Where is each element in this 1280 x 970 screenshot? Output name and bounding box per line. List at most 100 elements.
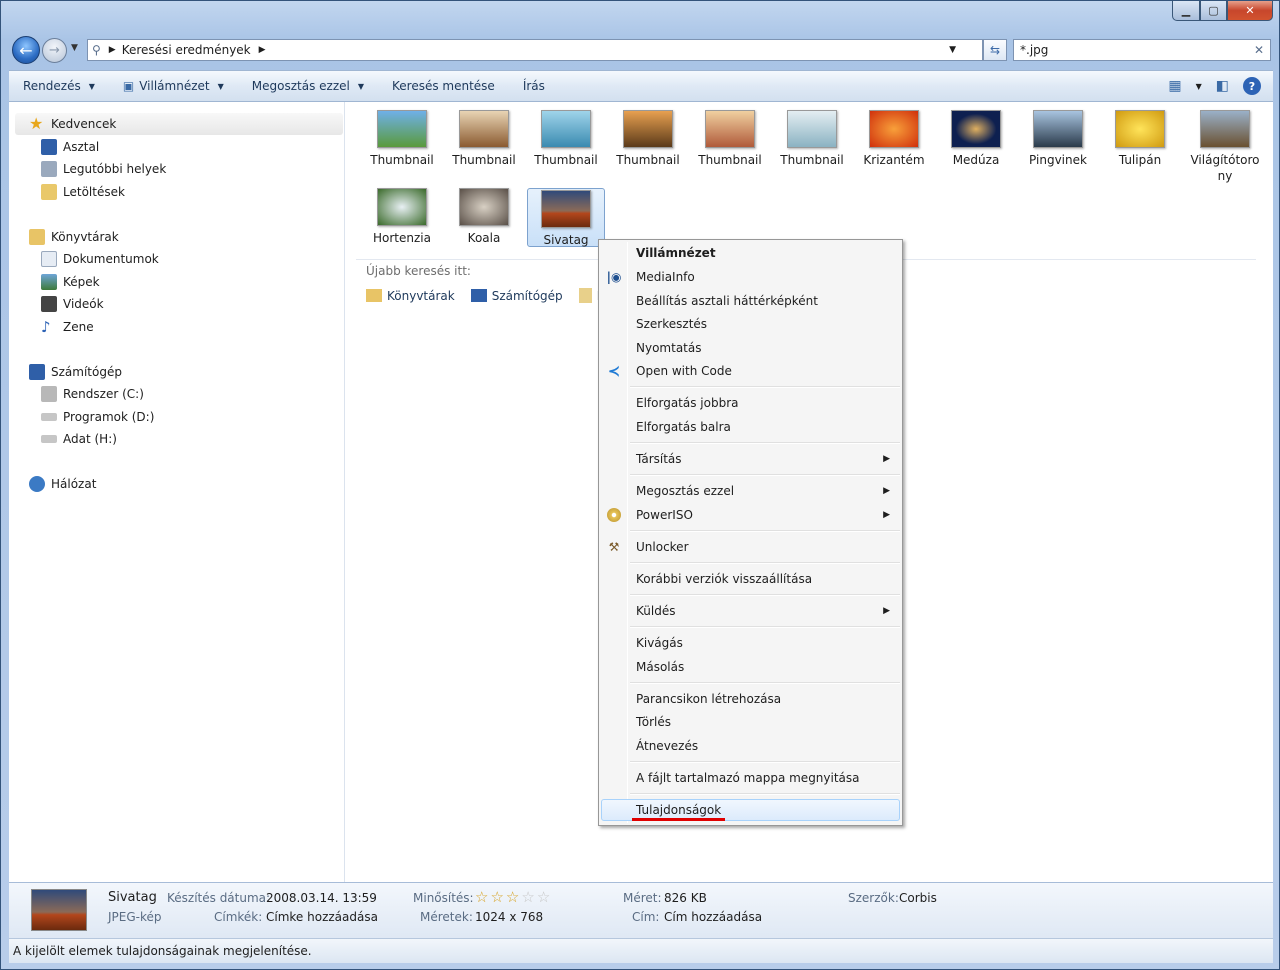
organize-button[interactable]: Rendezés ▼ (9, 71, 109, 101)
search-in-computer-link[interactable]: Számítógép (470, 288, 563, 303)
details-authors-value[interactable]: Corbis (899, 891, 937, 905)
menu-item-restore-previous-versions[interactable]: Korábbi verziók visszaállítása (601, 568, 900, 590)
nav-documents[interactable]: Dokumentumok (41, 249, 159, 269)
address-dropdown-icon[interactable]: ▼ (949, 45, 956, 55)
help-icon[interactable]: ? (1243, 77, 1261, 95)
menu-item-open-file-location[interactable]: A fájlt tartalmazó mappa megnyitása (601, 767, 900, 789)
nav-computer[interactable]: Számítógép (29, 362, 122, 382)
star-filled-icon[interactable]: ☆ (475, 888, 488, 906)
minimize-button[interactable]: ▁ (1172, 1, 1200, 21)
menu-item-label: Társítás (636, 452, 682, 466)
share-with-button[interactable]: Megosztás ezzel ▼ (238, 71, 378, 101)
forward-button[interactable]: → (42, 38, 67, 63)
nav-pictures[interactable]: Képek (41, 272, 100, 292)
submenu-arrow-icon: ▶ (883, 454, 890, 464)
preview-button[interactable]: ▣ Villámnézet ▼ (109, 71, 238, 101)
menu-item-rotate-left[interactable]: Elforgatás balra (601, 416, 900, 438)
star-icon: ★ (29, 114, 44, 133)
chevron-right-icon[interactable]: ▶ (109, 45, 116, 55)
menu-item-send-to[interactable]: Küldés ▶ (601, 600, 900, 622)
recent-pages-dropdown[interactable]: ▼ (71, 43, 78, 53)
nav-videos[interactable]: Videók (41, 294, 104, 314)
menu-item-edit[interactable]: Szerkesztés (601, 313, 900, 335)
close-button[interactable]: ✕ (1227, 1, 1273, 21)
back-button[interactable]: ← (12, 36, 40, 64)
file-thumbnail (623, 110, 673, 148)
star-empty-icon[interactable]: ☆ (537, 888, 550, 906)
menu-item-mediainfo[interactable]: |◉ MediaInfo (601, 266, 900, 288)
view-options-icon[interactable]: ▦ (1168, 78, 1181, 94)
nav-music[interactable]: ♪ Zene (41, 317, 94, 337)
file-item[interactable]: Thumbnail (691, 102, 769, 168)
nav-drive-h[interactable]: Adat (H:) (41, 429, 117, 449)
nav-desktop[interactable]: Asztal (41, 137, 99, 157)
details-title-label: Cím: (632, 910, 660, 924)
details-title-value[interactable]: Cím hozzáadása (664, 910, 762, 924)
file-item[interactable]: Thumbnail (363, 102, 441, 168)
menu-item-open-with-code[interactable]: ≺ Open with Code (601, 360, 900, 382)
menu-item-share-with[interactable]: Megosztás ezzel ▶ (601, 480, 900, 502)
details-rating-label: Minősítés: (413, 891, 474, 905)
file-thumbnail (541, 110, 591, 148)
file-item[interactable]: Thumbnail (527, 102, 605, 168)
menu-item-label: Nyomtatás (636, 341, 702, 355)
save-search-button[interactable]: Keresés mentése (378, 71, 509, 101)
nav-recent-places[interactable]: Legutóbbi helyek (41, 159, 166, 179)
music-icon: ♪ (41, 318, 51, 336)
nav-network[interactable]: Hálózat (29, 474, 96, 494)
star-empty-icon[interactable]: ☆ (521, 888, 534, 906)
file-item[interactable]: Medúza (937, 102, 1015, 168)
file-item[interactable]: Világítótorony (1183, 102, 1267, 184)
menu-item-cut[interactable]: Kivágás (601, 632, 900, 654)
menu-item-rotate-right[interactable]: Elforgatás jobbra (601, 392, 900, 414)
star-filled-icon[interactable]: ☆ (506, 888, 519, 906)
clear-search-icon[interactable]: ✕ (1254, 43, 1264, 57)
search-in-libraries-link[interactable]: Könyvtárak (366, 288, 455, 303)
rating-stars[interactable]: ☆ ☆ ☆ ☆ ☆ (475, 888, 552, 906)
address-bar[interactable]: ⚲ ▶ Keresési eredmények ▶ ▼ (87, 39, 983, 61)
details-tags-value[interactable]: Címke hozzáadása (266, 910, 378, 924)
breadcrumb-search-results[interactable]: Keresési eredmények (122, 43, 251, 57)
videos-icon (41, 296, 57, 312)
star-filled-icon[interactable]: ☆ (490, 888, 503, 906)
nav-libraries[interactable]: Könyvtárak (29, 227, 119, 247)
refresh-button[interactable]: ⇆ (983, 39, 1007, 61)
nav-downloads[interactable]: Letöltések (41, 182, 125, 202)
menu-separator (630, 530, 900, 532)
details-date-value[interactable]: 2008.03.14. 13:59 (266, 891, 377, 905)
file-thumbnail (1115, 110, 1165, 148)
menu-item-copy[interactable]: Másolás (601, 656, 900, 678)
chevron-right-icon[interactable]: ▶ (259, 45, 266, 55)
file-item[interactable]: Thumbnail (609, 102, 687, 168)
menu-separator (630, 626, 900, 628)
menu-item-poweriso[interactable]: PowerISO ▶ (601, 504, 900, 526)
nav-drive-d[interactable]: Programok (D:) (41, 407, 154, 427)
nav-favorites[interactable]: ★ Kedvencek (29, 114, 116, 134)
menu-item-set-wallpaper[interactable]: Beállítás asztali háttérképként (601, 290, 900, 312)
file-item[interactable]: Hortenzia (363, 180, 441, 246)
menu-item-print[interactable]: Nyomtatás (601, 337, 900, 359)
menu-item-create-shortcut[interactable]: Parancsikon létrehozása (601, 688, 900, 710)
file-name: Koala (467, 231, 501, 245)
file-item[interactable]: Tulipán (1101, 102, 1179, 168)
file-item[interactable]: Koala (445, 180, 523, 246)
menu-item-delete[interactable]: Törlés (601, 711, 900, 733)
file-item[interactable]: Thumbnail (445, 102, 523, 168)
desktop-icon (41, 139, 57, 155)
menu-item-preview[interactable]: Villámnézet (601, 242, 900, 264)
nav-drive-c-label: Rendszer (C:) (63, 387, 144, 401)
file-item[interactable]: Krizantém (855, 102, 933, 168)
file-thumbnail (377, 188, 427, 226)
chevron-down-icon[interactable]: ▼ (1196, 82, 1202, 91)
burn-button[interactable]: Írás (509, 71, 559, 101)
menu-item-rename[interactable]: Átnevezés (601, 735, 900, 757)
search-input[interactable]: *.jpg ✕ (1013, 39, 1271, 61)
nav-drive-c[interactable]: Rendszer (C:) (41, 384, 144, 404)
file-item[interactable]: Pingvinek (1019, 102, 1097, 168)
menu-item-unlocker[interactable]: ⚒ Unlocker (601, 536, 900, 558)
file-item[interactable]: Thumbnail (773, 102, 851, 168)
preview-pane-icon[interactable]: ◧ (1216, 78, 1229, 94)
file-item-selected[interactable]: Sivatag (527, 188, 605, 247)
menu-item-open-with[interactable]: Társítás ▶ (601, 448, 900, 470)
maximize-button[interactable]: ▢ (1200, 1, 1227, 21)
